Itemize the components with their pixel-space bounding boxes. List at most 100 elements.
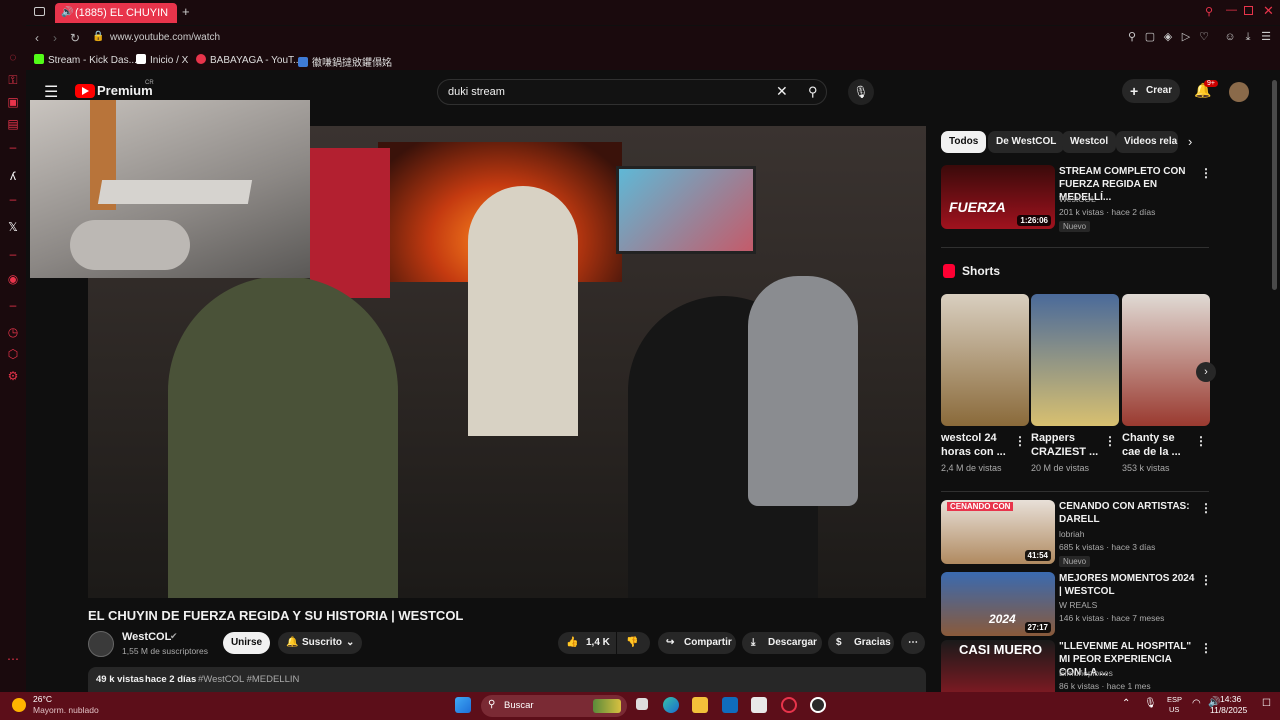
play-icon[interactable]: ▷ bbox=[1180, 31, 1192, 43]
rec-menu-icon[interactable]: ⋮ bbox=[1200, 573, 1212, 587]
rec-title[interactable]: MEJORES MOMENTOS 2024 | WESTCOL bbox=[1059, 572, 1195, 598]
url-field[interactable]: www.youtube.com/watch bbox=[110, 32, 220, 43]
mic-icon[interactable]: 🎙 bbox=[1144, 698, 1157, 709]
shield-icon[interactable]: ◈ bbox=[1162, 31, 1174, 43]
lang-top[interactable]: ESP bbox=[1167, 695, 1182, 704]
avatar[interactable] bbox=[1229, 82, 1249, 102]
short-thumbnail[interactable] bbox=[941, 294, 1029, 426]
camera-icon[interactable]: ▣ bbox=[6, 95, 20, 109]
rec-channel[interactable]: lobriah bbox=[1059, 528, 1085, 541]
short-title[interactable]: westcol 24 horas con ... bbox=[941, 431, 1017, 459]
volume-icon[interactable]: 🔊 bbox=[1208, 697, 1220, 708]
store-icon[interactable] bbox=[751, 697, 767, 713]
settings-icon[interactable]: ⚙ bbox=[6, 369, 20, 383]
search-icon[interactable]: ⚲ bbox=[808, 84, 818, 100]
rec-thumbnail[interactable]: FUERZA 1:26:06 bbox=[941, 165, 1055, 229]
shorts-next-icon[interactable]: › bbox=[1196, 362, 1216, 382]
easy-setup-icon[interactable]: ☰ bbox=[1260, 31, 1272, 43]
more-actions-button[interactable]: ⋯ bbox=[901, 632, 925, 654]
dislike-button[interactable]: 👎 bbox=[617, 632, 650, 654]
subscribed-button[interactable]: 🔔 Suscrito ⌄ bbox=[278, 632, 362, 654]
rec-menu-icon[interactable]: ⋮ bbox=[1200, 641, 1212, 655]
bookmark-other[interactable]: 徽嗛鍋撻敓鑺傝姳 bbox=[298, 54, 392, 69]
share-button[interactable]: ↪ Compartir bbox=[658, 632, 736, 654]
thanks-button[interactable]: $ Gracias bbox=[828, 632, 894, 654]
chevron-right-icon[interactable]: › bbox=[1188, 134, 1192, 149]
rec-menu-icon[interactable]: ⋮ bbox=[1200, 501, 1212, 515]
kick-icon[interactable]: ʎ bbox=[6, 169, 20, 183]
player-icon[interactable]: ◉ bbox=[6, 272, 20, 286]
chip-westcol[interactable]: Westcol bbox=[1062, 131, 1117, 153]
chip-all[interactable]: Todos bbox=[941, 131, 987, 153]
rec-channel[interactable]: WestCOL bbox=[1059, 193, 1096, 206]
notification-center-icon[interactable]: ☐ bbox=[1262, 698, 1271, 709]
aria-icon[interactable]: ◌ bbox=[6, 50, 20, 64]
like-button[interactable]: 👍 1,4 K bbox=[558, 632, 616, 654]
wifi-icon[interactable]: ◠ bbox=[1192, 698, 1201, 709]
maximize-icon[interactable] bbox=[1244, 6, 1253, 15]
heart-icon[interactable]: ♡ bbox=[1198, 31, 1210, 43]
chip-from-westcol[interactable]: De WestCOL bbox=[988, 131, 1065, 153]
snapshot-icon[interactable]: ▢ bbox=[1144, 31, 1156, 43]
browser-tab-active[interactable]: 🔊 (1885) EL CHUYIN DE bbox=[55, 3, 177, 39]
pin-icon[interactable]: ⚲ bbox=[1126, 31, 1138, 43]
search-input[interactable]: duki stream bbox=[448, 86, 505, 98]
description-box[interactable]: 49 k vistas hace 2 días #WestCOL #MEDELL… bbox=[88, 667, 926, 692]
opera-icon[interactable] bbox=[781, 697, 797, 713]
close-window-icon[interactable]: ✕ bbox=[1263, 3, 1274, 19]
outlook-icon[interactable] bbox=[722, 697, 738, 713]
channel-name[interactable]: WestCOL bbox=[122, 631, 171, 643]
wallet-icon[interactable]: ⚿ bbox=[6, 73, 20, 87]
minimize-icon[interactable]: — bbox=[1226, 4, 1237, 16]
short-title[interactable]: Chanty se cae de la ... bbox=[1122, 431, 1188, 459]
join-button[interactable]: Unirse bbox=[223, 632, 270, 654]
calendar-icon[interactable]: ▤ bbox=[6, 117, 20, 131]
forward-icon[interactable]: › bbox=[53, 31, 57, 45]
chip-related[interactable]: Videos rela bbox=[1116, 131, 1178, 153]
weather-icon[interactable] bbox=[12, 698, 26, 712]
bookmark-youtube[interactable]: BABAYAGA - YouT... bbox=[196, 54, 301, 66]
search-tabs-icon[interactable]: ⚲ bbox=[1205, 5, 1213, 18]
rec-channel[interactable]: W REALS bbox=[1059, 599, 1097, 612]
channel-avatar[interactable] bbox=[88, 631, 114, 657]
tray-chevron-icon[interactable]: ⌃ bbox=[1122, 698, 1130, 709]
task-view-icon[interactable] bbox=[636, 698, 648, 710]
voice-search-icon[interactable]: 🎙 bbox=[848, 79, 874, 105]
short-menu-icon[interactable]: ⋮ bbox=[1014, 434, 1026, 448]
short-title[interactable]: Rappers CRAZIEST ... bbox=[1031, 431, 1107, 459]
rec-title[interactable]: CENANDO CON ARTISTAS: DARELL bbox=[1059, 500, 1195, 526]
short-thumbnail[interactable] bbox=[1122, 294, 1210, 426]
rec-thumbnail[interactable]: CASI MUERO bbox=[941, 640, 1055, 692]
more-icon[interactable]: ⋯ bbox=[6, 652, 20, 666]
windows-start-icon[interactable] bbox=[455, 697, 471, 713]
new-tab-icon[interactable]: + bbox=[182, 4, 190, 19]
taskbar-search[interactable]: ⚲ Buscar bbox=[481, 695, 627, 717]
bookmark-kick[interactable]: Stream - Kick Das... bbox=[34, 54, 137, 66]
menu-icon[interactable]: ☰ bbox=[44, 82, 58, 102]
file-explorer-icon[interactable] bbox=[692, 697, 708, 713]
hashtags[interactable]: #WestCOL #MEDELLIN bbox=[198, 674, 299, 685]
youtube-logo[interactable] bbox=[75, 84, 95, 98]
create-button[interactable]: + Crear bbox=[1122, 79, 1180, 103]
rec-thumbnail[interactable]: 2024 27:17 bbox=[941, 572, 1055, 636]
scrollbar[interactable] bbox=[1270, 72, 1280, 692]
download-icon[interactable]: ⤓ bbox=[1242, 31, 1254, 43]
short-thumbnail[interactable] bbox=[1031, 294, 1119, 426]
opera-gx-icon[interactable] bbox=[810, 697, 826, 713]
profile-icon[interactable]: ☺ bbox=[1224, 31, 1236, 43]
x-icon[interactable]: 𝕏 bbox=[6, 220, 20, 234]
download-button[interactable]: ⤓ Descargar bbox=[742, 632, 822, 654]
reload-icon[interactable]: ↻ bbox=[70, 31, 80, 45]
workspaces-icon[interactable] bbox=[34, 7, 45, 16]
scrollbar-thumb[interactable] bbox=[1272, 80, 1277, 290]
short-menu-icon[interactable]: ⋮ bbox=[1195, 434, 1207, 448]
weather-temp[interactable]: 26°C bbox=[33, 694, 52, 704]
bookmark-x[interactable]: Inicio / X bbox=[136, 54, 188, 66]
edge-icon[interactable] bbox=[663, 697, 679, 713]
clear-search-icon[interactable]: ✕ bbox=[776, 83, 788, 100]
back-icon[interactable]: ‹ bbox=[35, 31, 39, 45]
rec-channel[interactable]: Elmuñepiones bbox=[1059, 667, 1113, 680]
history-icon[interactable]: ◷ bbox=[6, 325, 20, 339]
short-menu-icon[interactable]: ⋮ bbox=[1104, 434, 1116, 448]
rec-menu-icon[interactable]: ⋮ bbox=[1200, 166, 1212, 180]
